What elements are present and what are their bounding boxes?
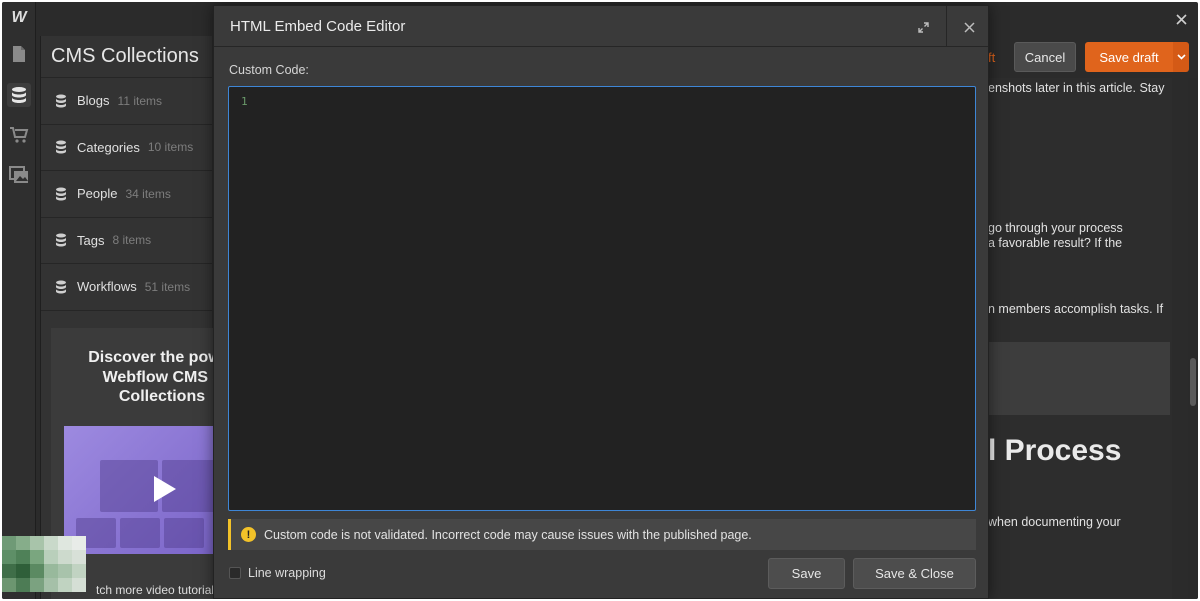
left-icon-rail: W — [2, 2, 36, 599]
ecommerce-cart-icon[interactable] — [7, 123, 31, 147]
collection-name: Workflows — [77, 279, 137, 295]
save-button[interactable]: Save — [768, 558, 845, 589]
close-editor-icon[interactable] — [1170, 8, 1192, 30]
cms-panel-title: CMS Collections — [41, 36, 212, 78]
validation-warning: ! Custom code is not validated. Incorrec… — [228, 519, 976, 550]
cms-database-icon[interactable] — [7, 83, 31, 107]
collection-name: People — [77, 186, 118, 202]
database-icon — [56, 187, 66, 201]
collection-name: Categories — [77, 139, 140, 155]
article-embed-block — [988, 342, 1170, 415]
article-line: when documenting your — [988, 515, 1121, 529]
play-icon[interactable] — [154, 476, 176, 502]
article-line: go through your process — [988, 221, 1123, 235]
collection-name: Tags — [77, 232, 105, 248]
scrollbar-thumb[interactable] — [1190, 358, 1196, 406]
collection-count: 8 items — [112, 233, 152, 248]
collection-count: 10 items — [147, 140, 194, 155]
chevron-down-icon — [1176, 54, 1186, 60]
article-line: enshots later in this article. Stay — [988, 81, 1165, 95]
html-embed-editor-modal: HTML Embed Code Editor Custom Code: 1 ! … — [213, 5, 989, 599]
close-modal-icon[interactable] — [956, 14, 982, 40]
avatar-placeholder — [2, 536, 86, 599]
database-icon — [56, 94, 66, 108]
cms-collections-panel: CMS Collections Blogs 11 items Categorie… — [40, 36, 236, 599]
assets-images-icon[interactable] — [7, 163, 31, 187]
promo-video-thumbnail[interactable] — [64, 426, 224, 554]
save-draft-button[interactable]: Save draft — [1085, 42, 1173, 72]
collection-item-people[interactable]: People 34 items — [41, 171, 212, 218]
article-preview: enshots later in this article. Stay go t… — [988, 78, 1172, 599]
collection-item-blogs[interactable]: Blogs 11 items — [41, 78, 212, 125]
database-icon — [56, 140, 66, 154]
article-line: a favorable result? If the — [988, 236, 1123, 250]
warning-icon: ! — [241, 527, 256, 542]
collection-name: Blogs — [77, 93, 110, 109]
line-number: 1 — [241, 95, 248, 108]
save-and-close-button[interactable]: Save & Close — [853, 558, 976, 589]
custom-code-editor[interactable]: 1 — [228, 86, 976, 511]
article-line: n members accomplish tasks. If — [988, 302, 1164, 316]
expand-icon[interactable] — [910, 14, 936, 40]
modal-title: HTML Embed Code Editor — [230, 18, 406, 35]
app-frame: W CMS Collections Blogs 11 items Categor… — [2, 2, 1198, 599]
custom-code-label: Custom Code: — [229, 63, 309, 77]
collection-count: 34 items — [125, 186, 171, 201]
promo-footer-text[interactable]: tch more video tutorials — [96, 583, 220, 597]
collection-item-categories[interactable]: Categories 10 items — [41, 125, 212, 171]
save-draft-dropdown[interactable] — [1173, 42, 1189, 72]
article-heading: l Process — [988, 434, 1122, 467]
database-icon — [56, 233, 66, 247]
collection-count: 51 items — [144, 279, 191, 294]
warning-text: Custom code is not validated. Incorrect … — [264, 527, 752, 542]
pages-icon[interactable] — [7, 42, 31, 66]
collection-count: 11 items — [117, 93, 162, 108]
header-divider — [946, 6, 947, 47]
line-wrapping-label[interactable]: Line wrapping — [248, 566, 326, 580]
line-wrapping-toggle[interactable]: Line wrapping — [229, 566, 326, 580]
cancel-button[interactable]: Cancel — [1014, 42, 1076, 72]
line-wrapping-checkbox[interactable] — [229, 567, 241, 579]
article-scrollbar[interactable] — [1188, 78, 1198, 599]
webflow-logo: W — [11, 9, 27, 26]
collection-item-workflows[interactable]: Workflows 51 items — [41, 264, 212, 311]
draft-status-fragment: ft — [988, 50, 996, 65]
modal-header: HTML Embed Code Editor — [214, 6, 988, 47]
database-icon — [56, 280, 66, 294]
collection-item-tags[interactable]: Tags 8 items — [41, 218, 212, 264]
